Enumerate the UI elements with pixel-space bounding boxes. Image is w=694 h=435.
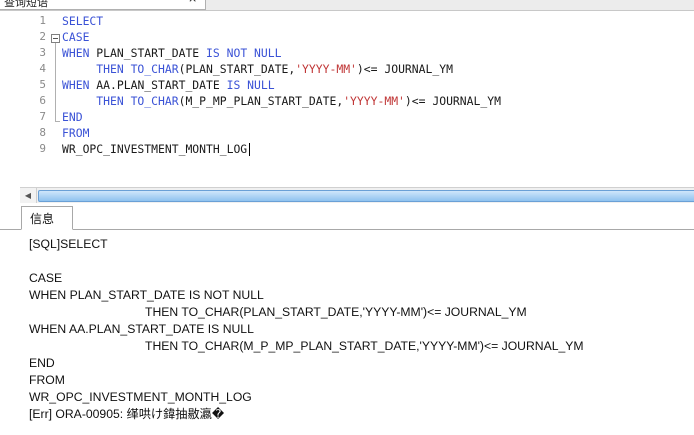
fold-toggle-icon[interactable] <box>51 34 60 43</box>
tab-query[interactable]: 查询短语 × <box>0 0 206 10</box>
tab-info-label: 信息 <box>30 212 55 226</box>
line-number: 2 <box>39 30 46 43</box>
code-token: PLAN_START_DATE <box>89 46 207 60</box>
code-token: THEN <box>62 94 131 108</box>
line-number: 7 <box>39 110 46 123</box>
line-number: 8 <box>39 126 46 139</box>
code-token: THEN <box>62 62 131 76</box>
code-token: WR_OPC_INVESTMENT_MONTH_LOG <box>62 142 248 156</box>
message-line: FROM <box>29 373 65 387</box>
code-token: CASE <box>62 30 90 44</box>
code-token: FROM <box>62 126 90 140</box>
code-line[interactable]: FROM <box>62 125 89 141</box>
code-line[interactable]: CASE <box>62 29 89 45</box>
line-number: 9 <box>39 142 46 155</box>
fold-guide <box>55 43 56 121</box>
sql-editor[interactable]: 123456789 SELECT CASE WHEN PLAN_START_DATE… <box>0 11 694 186</box>
editor-tab-strip: 查询短语 × <box>0 0 694 11</box>
message-line: WR_OPC_INVESTMENT_MONTH_LOG <box>29 390 252 404</box>
line-number-gutter: 1 2 3 4 5 6 7 8 9 <box>0 11 60 186</box>
scrollbar-thumb[interactable] <box>38 190 694 202</box>
code-token: IS NOT NULL <box>206 46 282 60</box>
code-token: WHEN <box>62 78 90 92</box>
message-pane: 信息 [SQL]SELECT CASE WHEN PLAN_START_DATE I… <box>0 203 694 435</box>
code-token: TO_CHAR <box>130 94 179 108</box>
code-token: (M_P_MP_PLAN_START_DATE, <box>178 94 344 108</box>
code-token: AA.PLAN_START_DATE <box>89 78 227 92</box>
message-line: CASE <box>29 271 63 285</box>
message-line: END <box>29 356 55 370</box>
message-line: THEN TO_CHAR(PLAN_START_DATE,'YYYY-MM')<… <box>145 305 527 319</box>
line-number: 6 <box>39 94 46 107</box>
message-line: WHEN PLAN_START_DATE IS NOT NULL <box>29 288 264 302</box>
line-number: 3 <box>39 46 46 59</box>
fold-guide-end <box>55 121 60 122</box>
code-token: 'YYYY-MM' <box>343 94 405 108</box>
code-token: 'YYYY-MM' <box>295 62 357 76</box>
code-line[interactable]: THEN TO_CHAR(PLAN_START_DATE,'YYYY-MM')<… <box>62 61 453 77</box>
code-line[interactable]: THEN TO_CHAR(M_P_MP_PLAN_START_DATE,'YYY… <box>62 93 501 109</box>
tab-info[interactable]: 信息 <box>21 206 73 230</box>
message-line: WHEN AA.PLAN_START_DATE IS NULL <box>29 322 254 336</box>
code-token: WHEN <box>62 46 90 60</box>
line-number: 1 <box>39 14 46 27</box>
code-token: (PLAN_START_DATE, <box>178 62 296 76</box>
code-token: END <box>62 110 83 124</box>
message-line: [SQL]SELECT <box>29 237 108 251</box>
horizontal-scrollbar[interactable]: ◀ <box>20 187 694 204</box>
code-line[interactable]: WHEN AA.PLAN_START_DATE IS NULL <box>62 77 275 93</box>
code-line[interactable]: WR_OPC_INVESTMENT_MONTH_LOG <box>62 141 251 157</box>
code-token: )<= JOURNAL_YM <box>356 62 453 76</box>
code-line[interactable]: END <box>62 109 83 125</box>
message-line: THEN TO_CHAR(M_P_MP_PLAN_START_DATE,'YYY… <box>145 339 584 353</box>
message-tab-strip: 信息 <box>0 203 694 230</box>
line-number: 5 <box>39 78 46 91</box>
text-caret <box>249 143 251 156</box>
message-line: [Err] ORA-00905: 缂哄け鍏抽敭瀛� <box>29 407 225 421</box>
line-number: 4 <box>39 62 46 75</box>
code-token: )<= JOURNAL_YM <box>404 94 501 108</box>
scroll-left-icon[interactable]: ◀ <box>20 188 37 203</box>
close-icon[interactable]: × <box>188 0 197 5</box>
code-line[interactable]: SELECT <box>62 13 103 29</box>
code-token: TO_CHAR <box>130 62 179 76</box>
code-token: IS NULL <box>226 78 275 92</box>
code-line[interactable]: WHEN PLAN_START_DATE IS NOT NULL <box>62 45 281 61</box>
code-token: SELECT <box>62 14 104 28</box>
tab-query-label: 查询短语 <box>4 0 48 9</box>
